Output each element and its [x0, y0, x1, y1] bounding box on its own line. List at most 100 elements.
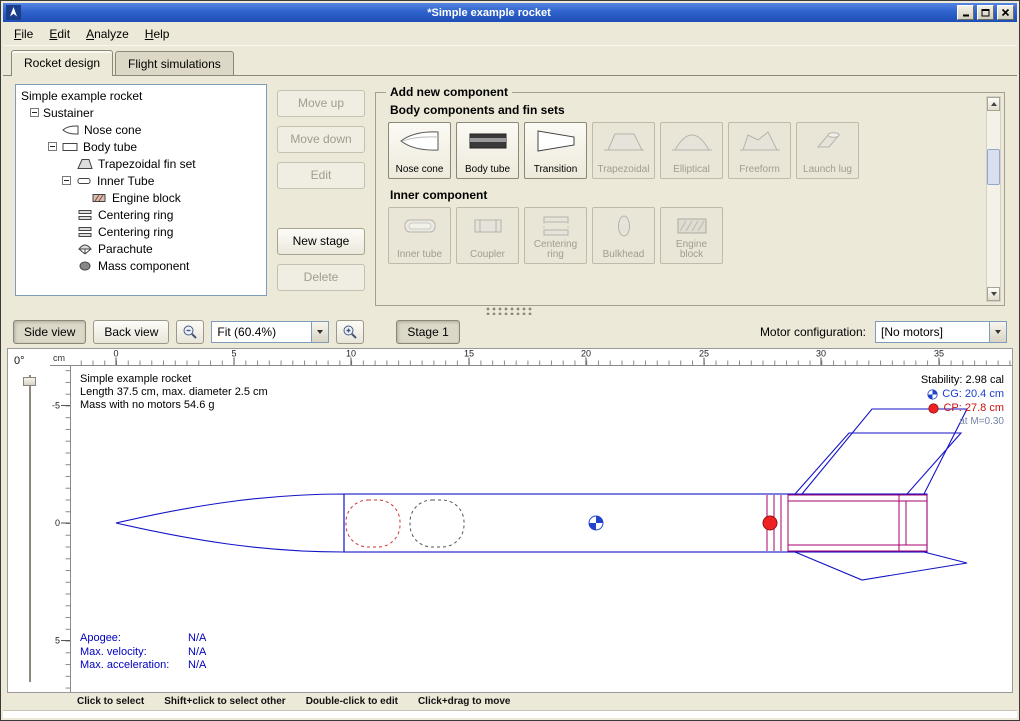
zoom-out-button[interactable] [176, 320, 204, 344]
mach-condition: at M=0.30 [921, 415, 1004, 429]
mass-component-icon [76, 260, 94, 272]
button-label: Body tube [465, 165, 510, 175]
collapse-icon[interactable] [62, 176, 71, 185]
hint-click-drag: Click+drag to move [418, 696, 511, 707]
add-freeform-fin-button: Freeform [728, 122, 791, 179]
elliptical-fin-icon [670, 128, 714, 154]
chevron-down-icon[interactable] [989, 322, 1006, 342]
scrollbar-thumb[interactable] [987, 149, 1000, 185]
launch-lug-icon [806, 128, 850, 154]
stability-value: Stability: 2.98 cal [921, 373, 1004, 387]
menu-edit[interactable]: Edit [41, 23, 78, 45]
tab-rocket-design[interactable]: Rocket design [11, 50, 113, 76]
move-up-button: Move up [277, 90, 365, 117]
scroll-down-icon[interactable] [987, 287, 1000, 301]
tree-item-body-tube[interactable]: Body tube [16, 138, 266, 155]
button-label: Launch lug [803, 165, 852, 175]
fin-set-icon [76, 158, 94, 170]
button-label: Elliptical [673, 165, 710, 175]
body-components-label: Body components and fin sets [390, 103, 978, 117]
rocket-design-panel: Simple example rocket Sustainer Nose con… [3, 76, 1017, 718]
tree-label: Trapezoidal fin set [98, 157, 196, 171]
max-acceleration-value: N/A [188, 659, 206, 673]
design-top-row: Simple example rocket Sustainer Nose con… [3, 76, 1017, 304]
slider-handle[interactable] [23, 377, 36, 386]
add-transition-button[interactable]: Transition [524, 122, 587, 179]
tree-item-inner-tube[interactable]: Inner Tube [16, 172, 266, 189]
tree-label: Engine block [112, 191, 181, 205]
body-tube-icon [61, 141, 79, 153]
add-inner-tube-button: Inner tube [388, 207, 451, 264]
cg-marker-icon [927, 389, 938, 400]
stage-1-toggle[interactable]: Stage 1 [396, 320, 459, 344]
zoom-in-button[interactable] [336, 320, 364, 344]
add-coupler-button: Coupler [456, 207, 519, 264]
collapse-icon[interactable] [48, 142, 57, 151]
button-label: Bulkhead [603, 250, 645, 260]
motor-configuration-select[interactable]: [No motors] [875, 321, 1007, 343]
rocket-view-canvas[interactable]: 0° cm [7, 348, 1013, 693]
tree-item-centering-ring-2[interactable]: Centering ring [16, 223, 266, 240]
rotation-angle: 0° [14, 355, 25, 367]
chevron-down-icon[interactable] [311, 322, 328, 342]
component-panel-scrollbar[interactable] [986, 96, 1001, 302]
add-nose-cone-button[interactable]: Nose cone [388, 122, 451, 179]
button-label: Engine block [663, 240, 720, 260]
svg-text:15: 15 [464, 349, 474, 359]
menu-file[interactable]: File [6, 23, 41, 45]
view-toolbar: Side view Back view Fit (60.4%) Stage 1 … [3, 316, 1017, 348]
side-view-button[interactable]: Side view [13, 320, 86, 344]
tree-item-centering-ring-1[interactable]: Centering ring [16, 206, 266, 223]
svg-text:35: 35 [934, 349, 944, 359]
cp-marker-icon [928, 403, 939, 414]
apogee-value: N/A [188, 632, 206, 646]
tree-item-parachute[interactable]: Parachute [16, 240, 266, 257]
tab-strip: Rocket design Flight simulations [3, 46, 1017, 76]
new-stage-button[interactable]: New stage [277, 228, 365, 255]
add-engine-block-button: Engine block [660, 207, 723, 264]
window-title: *Simple example rocket [24, 7, 954, 19]
tree-item-nose-cone[interactable]: Nose cone [16, 121, 266, 138]
tree-label: Centering ring [98, 225, 173, 239]
component-tree: Simple example rocket Sustainer Nose con… [15, 84, 267, 296]
rotation-slider[interactable] [23, 375, 37, 682]
inner-tube-icon [398, 213, 442, 239]
tree-item-mass-component[interactable]: Mass component [16, 257, 266, 274]
splitter-grip-icon[interactable] [486, 307, 534, 315]
centering-ring-icon [76, 209, 94, 221]
rocket-info: Simple example rocket Length 37.5 cm, ma… [80, 373, 268, 412]
rocket-name: Simple example rocket [80, 373, 268, 386]
split-pane-divider[interactable] [3, 304, 1017, 316]
scroll-up-icon[interactable] [987, 97, 1000, 111]
edit-button: Edit [277, 162, 365, 189]
tree-item-engine-block[interactable]: Engine block [16, 189, 266, 206]
menu-help[interactable]: Help [137, 23, 178, 45]
coupler-icon [466, 213, 510, 239]
menu-analyze[interactable]: Analyze [78, 23, 137, 45]
back-view-button[interactable]: Back view [93, 320, 169, 344]
svg-text:25: 25 [699, 349, 709, 359]
horizontal-ruler [71, 349, 1013, 365]
title-bar[interactable]: *Simple example rocket [3, 3, 1017, 22]
tree-item-sustainer[interactable]: Sustainer [16, 104, 266, 121]
centering-ring-icon [534, 213, 578, 239]
close-icon[interactable] [997, 5, 1014, 20]
button-label: Coupler [470, 250, 505, 260]
zoom-select[interactable]: Fit (60.4%) [211, 321, 329, 343]
trapezoidal-fin-icon [602, 128, 646, 154]
tree-label: Sustainer [43, 106, 94, 120]
svg-text:10: 10 [346, 349, 356, 359]
engine-block-icon [670, 213, 714, 239]
tab-flight-simulations[interactable]: Flight simulations [115, 51, 234, 75]
add-body-tube-button[interactable]: Body tube [456, 122, 519, 179]
add-bulkhead-button: Bulkhead [592, 207, 655, 264]
tree-item-fin-set[interactable]: Trapezoidal fin set [16, 155, 266, 172]
max-acceleration-label: Max. acceleration: [80, 659, 188, 673]
collapse-icon[interactable] [30, 108, 39, 117]
minimize-icon[interactable] [957, 5, 974, 20]
tree-label: Nose cone [84, 123, 141, 137]
maximize-icon[interactable] [977, 5, 994, 20]
tree-item-rocket[interactable]: Simple example rocket [16, 87, 266, 104]
svg-text:0: 0 [55, 518, 60, 528]
rocket-mass: Mass with no motors 54.6 g [80, 399, 268, 412]
